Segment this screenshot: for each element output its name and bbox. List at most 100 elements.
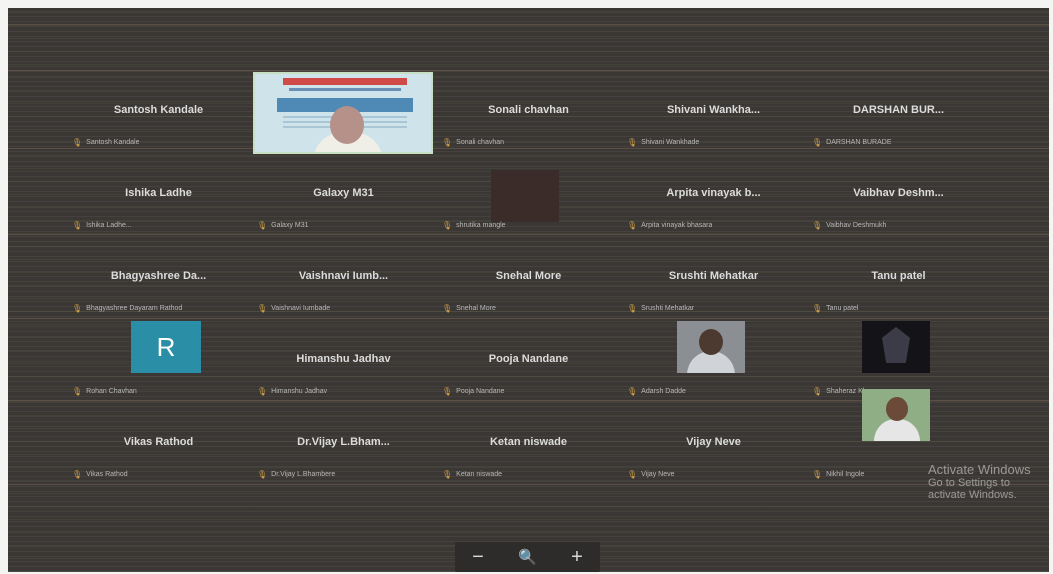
scanline [8, 24, 1049, 25]
slide-subheader [289, 88, 401, 91]
participant-label: 🎙 Tanu patel [812, 304, 858, 313]
mic-icon: 🎙 [257, 221, 268, 230]
participant-name: Tanu patel [871, 270, 926, 282]
participant-label-text: Santosh Kandale [86, 139, 140, 146]
participant-name: Dr.Vijay L.Bham... [297, 436, 390, 448]
participant-tile[interactable]: 🎙 shrutika mangle [436, 155, 621, 238]
participant-name: DARSHAN BUR... [852, 104, 945, 116]
participant-label-text: Vaibhav Deshmukh [826, 222, 887, 229]
participant-label: 🎙 Vijay Neve [627, 470, 675, 479]
participant-photo [862, 389, 930, 441]
participant-label: 🎙 Santosh Kandale [72, 138, 139, 147]
participant-label: 🎙 Snehal More [442, 304, 496, 313]
participant-name: Srushti Mehatkar [668, 270, 759, 282]
mic-icon: 🎙 [442, 470, 453, 479]
mic-icon: 🎙 [72, 138, 83, 147]
mic-icon: 🎙 [72, 221, 83, 230]
participant-name: Arpita vinayak b... [666, 187, 761, 199]
mic-icon: 🎙 [812, 470, 823, 479]
zoom-out-button[interactable]: − [472, 547, 484, 567]
mic-icon: 🎙 [627, 138, 638, 147]
participant-name: Vijay Neve [686, 436, 741, 448]
participant-name: Vaishnavi Iumb... [298, 270, 389, 282]
participant-label: 🎙 Nikhil Ingole [812, 470, 864, 479]
participant-name: Himanshu Jadhav [296, 353, 391, 365]
photo-head [886, 397, 908, 421]
participant-label-text: Galaxy M31 [271, 222, 309, 229]
participant-label: 🎙 Shivani Wankhade [627, 138, 699, 147]
participant-tile[interactable]: Ketan niswade 🎙 Ketan niswade [436, 404, 621, 487]
participant-name: Ketan niswade [489, 436, 568, 448]
participant-label-text: Srushti Mehatkar [641, 305, 695, 312]
participant-label: 🎙 Bhagyashree Dayaram Rathod [72, 304, 182, 313]
photo-head [699, 329, 723, 355]
participant-tile[interactable]: Pooja Nandane 🎙 Pooja Nandane [436, 321, 621, 404]
meeting-screen: Santosh Kandale 🎙 Santosh Kandale Sonali … [8, 8, 1049, 572]
participant-tile[interactable]: Santosh Kandale 🎙 Santosh Kandale [66, 72, 251, 155]
mic-icon: 🎙 [257, 387, 268, 396]
participant-label: 🎙 Pooja Nandane [442, 387, 504, 396]
participant-label-text: Arpita vinayak bhasara [641, 222, 713, 229]
participant-tile-active-speaker[interactable] [251, 72, 436, 155]
participant-label-text: Ketan niswade [456, 471, 503, 478]
mic-icon: 🎙 [442, 221, 453, 230]
participant-tile[interactable]: R 🎙 Rohan Chavhan [66, 321, 251, 404]
photo-mask [882, 327, 910, 363]
participant-label-text: Snehal More [456, 305, 496, 312]
participant-name: Ishika Ladhe [125, 187, 192, 199]
participant-label-text: Pooja Nandane [456, 388, 505, 395]
participant-label: 🎙 Rohan Chavhan [72, 387, 137, 396]
mic-icon: 🎙 [812, 221, 823, 230]
participant-name: Vaibhav Deshm... [853, 187, 944, 199]
participant-tile[interactable]: Arpita vinayak b... 🎙 Arpita vinayak bhas… [621, 155, 806, 238]
scanline [8, 70, 1049, 71]
participant-label: 🎙 Vaibhav Deshmukh [812, 221, 886, 230]
participant-label-text: DARSHAN BURADE [826, 139, 892, 146]
mic-icon: 🎙 [812, 138, 823, 147]
participant-name: Sonali chavhan [488, 104, 569, 116]
speaker-head [330, 106, 364, 144]
participant-tile[interactable]: Vaishnavi Iumb... 🎙 Vaishnavi Iumbade [251, 238, 436, 321]
mic-icon: 🎙 [627, 221, 638, 230]
participant-tile[interactable]: Srushti Mehatkar 🎙 Srushti Mehatkar [621, 238, 806, 321]
participant-label: 🎙 Ishika Ladhe... [72, 221, 132, 230]
participant-tile[interactable]: Vikas Rathod 🎙 Vikas Rathod [66, 404, 251, 487]
participant-tile[interactable]: 🎙 Adarsh Dadde [621, 321, 806, 404]
activate-windows-watermark: Activate Windows Go to Settings to activ… [928, 462, 1049, 501]
participant-tile[interactable]: Sonali chavhan 🎙 Sonali chavhan [436, 72, 621, 155]
participant-label: 🎙 Ketan niswade [442, 470, 502, 479]
participant-tile[interactable]: Ishika Ladhe 🎙 Ishika Ladhe... [66, 155, 251, 238]
search-icon[interactable]: 🔍 [518, 550, 537, 565]
participant-tile[interactable]: Bhagyashree Da... 🎙 Bhagyashree Dayaram R… [66, 238, 251, 321]
participant-tile[interactable]: Shivani Wankha... 🎙 Shivani Wankhade [621, 72, 806, 155]
participant-tile[interactable]: Vaibhav Deshm... 🎙 Vaibhav Deshmukh [806, 155, 991, 238]
mic-icon: 🎙 [72, 387, 83, 396]
participant-tile[interactable]: DARSHAN BUR... 🎙 DARSHAN BURADE [806, 72, 991, 155]
participant-tile[interactable]: Snehal More 🎙 Snehal More [436, 238, 621, 321]
participant-tile[interactable]: Galaxy M31 🎙 Galaxy M31 [251, 155, 436, 238]
participant-tile[interactable]: Tanu patel 🎙 Tanu patel [806, 238, 991, 321]
participant-label-text: Vaishnavi Iumbade [271, 305, 331, 312]
zoom-in-button[interactable]: + [571, 547, 583, 567]
participant-label-text: shrutika mangle [456, 222, 506, 229]
mic-icon: 🎙 [442, 304, 453, 313]
participant-label: 🎙 Adarsh Dadde [627, 387, 686, 396]
participant-tile[interactable]: Dr.Vijay L.Bham... 🎙 Dr.Vijay L.Bhambere [251, 404, 436, 487]
participant-grid: Santosh Kandale 🎙 Santosh Kandale Sonali … [66, 72, 991, 487]
participant-name: Galaxy M31 [313, 187, 374, 199]
mic-icon: 🎙 [627, 470, 638, 479]
participant-tile[interactable]: Himanshu Jadhav 🎙 Himanshu Jadhav [251, 321, 436, 404]
participant-label-text: Nikhil Ingole [826, 471, 865, 478]
mic-icon: 🎙 [627, 304, 638, 313]
participant-photo [677, 321, 745, 373]
participant-tile[interactable]: Vijay Neve 🎙 Vijay Neve [621, 404, 806, 487]
participant-label: 🎙 Galaxy M31 [257, 221, 309, 230]
participant-name: Bhagyashree Da... [110, 270, 207, 282]
participant-label: 🎙 Dr.Vijay L.Bhambere [257, 470, 335, 479]
participant-name: Vikas Rathod [123, 436, 194, 448]
participant-label-text: Ishika Ladhe... [86, 222, 132, 229]
participant-label-text: Himanshu Jadhav [271, 388, 328, 395]
mic-icon: 🎙 [442, 387, 453, 396]
participant-label: 🎙 Sonali chavhan [442, 138, 504, 147]
participant-photo [862, 321, 930, 373]
